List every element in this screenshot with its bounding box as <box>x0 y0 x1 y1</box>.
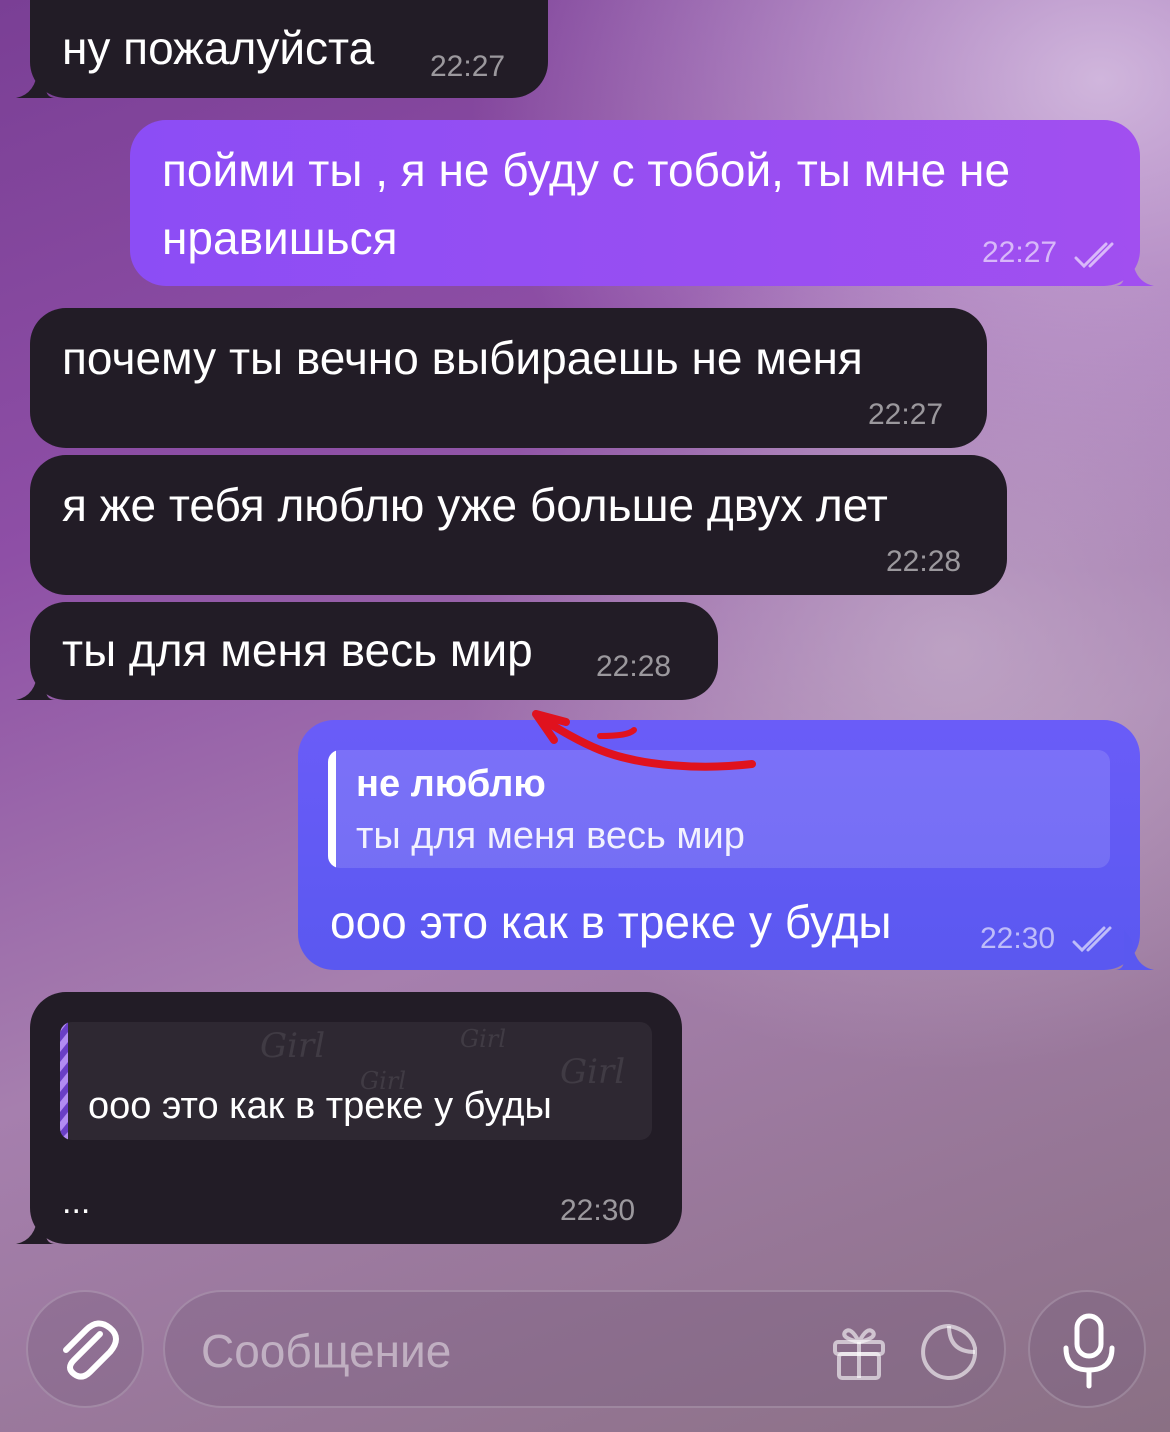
paperclip-icon <box>63 1320 119 1380</box>
message-input-placeholder: Сообщение <box>201 1325 452 1377</box>
quote-title: не люблю <box>356 763 546 805</box>
quote-watermark: Girl <box>460 1025 506 1053</box>
bubble-tail <box>16 1204 56 1244</box>
message-time: 22:30 <box>560 1194 636 1227</box>
read-checkmarks-icon <box>1072 926 1112 953</box>
incoming-message[interactable]: я же тебя люблю уже больше двух лет 22:2… <box>30 455 1007 595</box>
attach-button[interactable] <box>26 1290 144 1408</box>
microphone-icon <box>1063 1313 1115 1389</box>
bubble-tail <box>16 58 56 98</box>
quote-watermark: Girl <box>560 1052 626 1092</box>
message-text: ты для меня весь мир <box>62 624 533 676</box>
quote-text: ооо это как в треке у буды <box>88 1085 552 1127</box>
quote-accent-bar <box>328 750 336 868</box>
reply-quote[interactable]: Girl Girl Girl Girl ооо это как в треке … <box>60 1022 652 1140</box>
message-time: 22:28 <box>596 650 672 683</box>
incoming-message[interactable]: ну пожалуйста 22:27 <box>16 0 548 98</box>
message-time: 22:27 <box>868 398 944 431</box>
message-text-line-2: нравишься <box>162 212 398 264</box>
read-checkmarks-icon <box>1074 242 1114 269</box>
message-time: 22:28 <box>886 545 962 578</box>
message-text-line-1: пойми ты , я не буду с тобой, ты мне не <box>162 144 1011 196</box>
incoming-message[interactable]: ты для меня весь мир 22:28 <box>16 602 718 700</box>
voice-message-button[interactable] <box>1028 1290 1146 1408</box>
bubble-tail <box>1114 246 1154 286</box>
incoming-reply-message[interactable]: Girl Girl Girl Girl ооо это как в треке … <box>16 992 682 1244</box>
quote-watermark: Girl <box>260 1026 326 1066</box>
sticker-icon[interactable] <box>917 1320 981 1384</box>
gift-icon[interactable] <box>829 1322 889 1382</box>
outgoing-message[interactable]: пойми ты , я не буду с тобой, ты мне не … <box>130 120 1154 286</box>
message-text: ооо это как в треке у буды <box>330 896 892 948</box>
quote-accent-bar <box>60 1022 68 1140</box>
incoming-message[interactable]: почему ты вечно выбираешь не меня 22:27 <box>30 308 987 448</box>
message-time: 22:27 <box>430 50 506 83</box>
annotation-arrow <box>532 710 756 771</box>
message-input[interactable]: Сообщение <box>163 1290 1006 1408</box>
message-time: 22:27 <box>982 236 1058 269</box>
bubble-tail <box>16 660 56 700</box>
bubble-tail <box>1114 930 1154 970</box>
quote-text: ты для меня весь мир <box>356 815 745 857</box>
message-text: почему ты вечно выбираешь не меня <box>62 332 863 384</box>
message-time: 22:30 <box>980 922 1056 955</box>
message-text: я же тебя люблю уже больше двух лет <box>62 479 888 531</box>
message-text: ну пожалуйста <box>62 22 375 74</box>
message-text: ... <box>62 1183 91 1221</box>
